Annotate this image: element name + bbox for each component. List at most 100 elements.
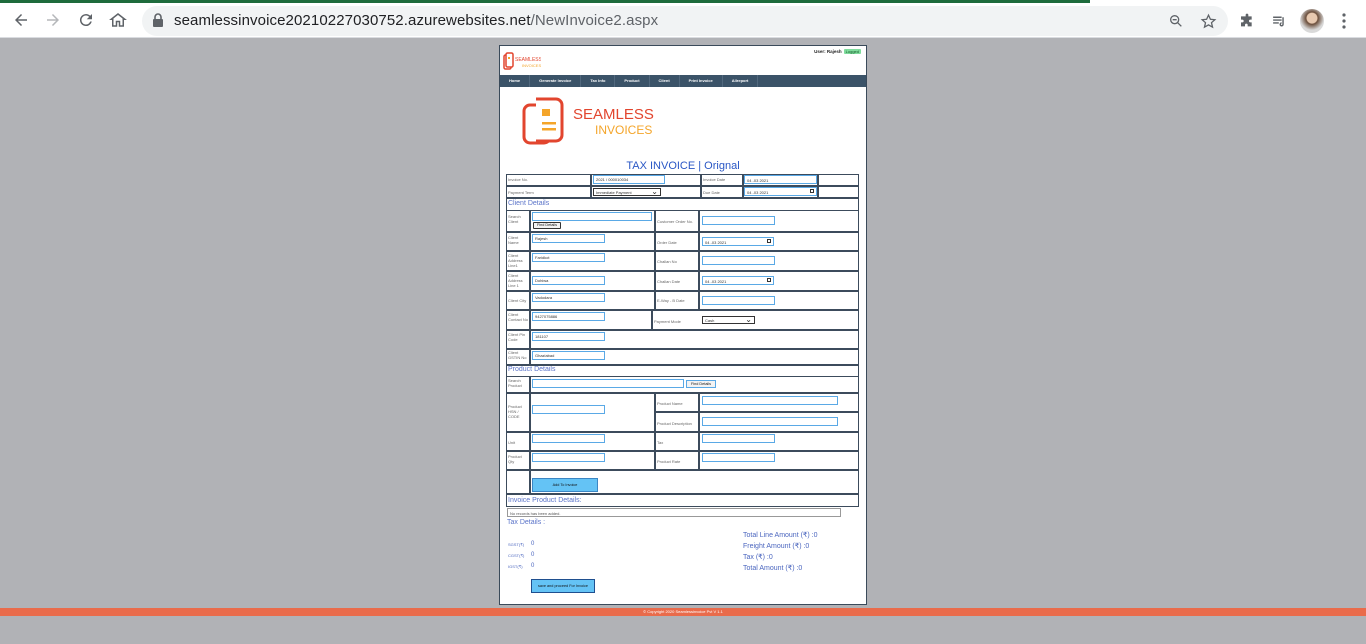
menu-item-product[interactable]: Product	[615, 75, 650, 87]
tax-input[interactable]	[702, 434, 775, 443]
menu-item-client[interactable]: Client	[650, 75, 680, 87]
client-address1-label: Client Address Line1	[508, 253, 523, 268]
tax-amount: Tax (₹) :0	[743, 554, 773, 561]
order-date-label: Order Date	[657, 240, 677, 245]
product-description-label: Product Description	[657, 421, 692, 426]
product-qty-input[interactable]	[532, 453, 605, 462]
user-indicator: User: Rajesh Logged	[814, 49, 861, 54]
add-to-invoice-button[interactable]: Add To Invoice	[532, 478, 598, 492]
chevron-down-icon: ⌄	[651, 187, 658, 196]
client-pin-input[interactable]: 181107	[532, 332, 605, 341]
cgst-label: CGST(₹)	[508, 553, 525, 558]
unit-label: Unit	[508, 440, 516, 445]
client-name-label: Client Name	[508, 235, 519, 245]
extensions-icon[interactable]	[1238, 12, 1256, 30]
empty-records-text: No records has been added.	[510, 511, 561, 516]
menu-item-home[interactable]: Home	[500, 75, 531, 87]
client-contact-input[interactable]: 9427075886	[532, 312, 605, 321]
logged-badge: Logged	[843, 49, 861, 54]
challan-date-input[interactable]: 04 -03 2021	[702, 276, 774, 285]
invoice-date-input[interactable]: 04 -03 2021	[744, 175, 817, 184]
client-gstin-label: Client GSTIN No	[508, 350, 527, 360]
payment-mode-select[interactable]: Cash ⌄	[702, 316, 755, 324]
cgst-value: 0	[531, 552, 535, 558]
search-client-label: Search Client	[508, 214, 521, 224]
challan-no-label: Challan No	[657, 259, 677, 264]
product-qty-label: Product Qty	[508, 454, 522, 464]
menu-item-generate-invoice[interactable]: Generate Invoice	[530, 75, 582, 87]
back-icon[interactable]	[9, 8, 33, 32]
client-address2-label: Client Address Line 1	[508, 273, 523, 288]
lock-icon[interactable]	[152, 13, 166, 29]
customer-order-input[interactable]	[702, 216, 775, 225]
challan-no-input[interactable]	[702, 256, 775, 265]
eway-date-label: E-Way - B Date	[657, 298, 685, 303]
logo-text-invoices: INVOICES	[595, 123, 652, 137]
total-line-amount: Total Line Amount (₹) :0	[743, 532, 818, 539]
igst-label: IGST(₹)	[508, 564, 523, 569]
product-hsn-input[interactable]	[532, 405, 605, 414]
eway-date-input[interactable]	[702, 296, 775, 305]
invoice-title: TAX INVOICE | Orignal	[626, 160, 740, 172]
payment-term-select[interactable]: Immediate Payment ⌄	[593, 188, 661, 196]
freight-amount: Freight Amount (₹) :0	[743, 543, 810, 550]
kebab-menu-icon[interactable]	[1335, 12, 1353, 30]
forward-icon[interactable]	[41, 8, 65, 32]
menu-item-tax-info[interactable]: Tax Info	[581, 75, 616, 87]
product-rate-label: Product Rate	[657, 459, 681, 464]
client-address1-input[interactable]: Faridkot	[532, 253, 605, 262]
client-find-details-button[interactable]: Find Details	[533, 222, 561, 229]
tax-details-heading: Tax Details :	[507, 519, 546, 526]
reload-icon[interactable]	[74, 8, 98, 32]
invoice-date-label: Invoice Date	[703, 177, 726, 182]
product-rate-input[interactable]	[702, 453, 775, 462]
client-gstin-input[interactable]: Ghaziabad	[532, 351, 605, 360]
page-footer: © Copyright 2020 Seamlessinvoice Pvt V 1…	[0, 608, 1366, 616]
due-date-label: Due Date	[703, 190, 720, 195]
search-product-input[interactable]	[532, 379, 684, 388]
client-pin-label: Client Pin Code	[508, 332, 526, 342]
calendar-icon[interactable]	[810, 189, 814, 193]
save-and-proceed-button[interactable]: save and proceed For Invoice	[531, 579, 595, 593]
invoice-products-table: No records has been added.	[507, 508, 841, 517]
customer-order-label: Customer Order No.	[657, 219, 694, 224]
client-city-label: Client City	[508, 298, 527, 303]
calendar-icon[interactable]	[767, 278, 771, 282]
seamless-logo-small[interactable]: SEAMLESS INVOICES	[503, 52, 543, 72]
product-name-input[interactable]	[702, 396, 838, 405]
url-text[interactable]: seamlessinvoice20210227030752.azurewebsi…	[174, 12, 658, 29]
media-queue-icon[interactable]	[1270, 12, 1288, 30]
sgst-label: SGST(₹)	[508, 542, 525, 547]
svg-text:INVOICES: INVOICES	[522, 63, 541, 68]
menu-item-print-invoice[interactable]: Print Invoice	[680, 75, 723, 87]
igst-value: 0	[531, 563, 535, 569]
chevron-down-icon: ⌄	[745, 315, 752, 324]
menu-item-allreport[interactable]: Allreport	[723, 75, 759, 87]
unit-input[interactable]	[532, 434, 605, 443]
search-product-label: Search Product	[508, 378, 522, 388]
sgst-value: 0	[531, 541, 535, 547]
payment-term-label: Payment Term	[508, 190, 534, 195]
product-description-input[interactable]	[702, 417, 838, 426]
home-icon[interactable]	[106, 8, 130, 32]
logo-text-seamless: SEAMLESS	[573, 106, 654, 123]
copyright-text: © Copyright 2020 Seamlessinvoice Pvt V 1…	[643, 609, 723, 614]
calendar-icon[interactable]	[767, 239, 771, 243]
product-hsn-label: Product HSN / CODE	[508, 404, 522, 419]
product-find-details-button[interactable]: Find Details	[686, 380, 716, 388]
client-name-input[interactable]: Rajesh	[532, 234, 605, 243]
invoice-page: SEAMLESS INVOICES User: Rajesh Logged Hom…	[499, 45, 867, 605]
profile-avatar[interactable]	[1300, 9, 1324, 33]
client-address2-input[interactable]: Dohiwa	[532, 276, 605, 285]
order-date-input[interactable]: 04 -03 2021	[702, 237, 774, 246]
invoice-no-label: Invoice No.	[508, 177, 529, 182]
client-city-input[interactable]: Vadodara	[532, 293, 605, 302]
bookmark-star-icon[interactable]	[1199, 12, 1217, 30]
seamless-logo-large: SEAMLESS INVOICES	[522, 97, 654, 147]
browser-toolbar: seamlessinvoice20210227030752.azurewebsi…	[0, 3, 1366, 38]
zoom-icon[interactable]	[1167, 12, 1185, 30]
product-name-label: Product Name	[657, 401, 683, 406]
due-date-input[interactable]: 04 -03 2021	[744, 187, 817, 196]
search-client-input[interactable]	[532, 212, 652, 221]
invoice-no-input[interactable]: 2021 / 000010034	[593, 175, 665, 184]
